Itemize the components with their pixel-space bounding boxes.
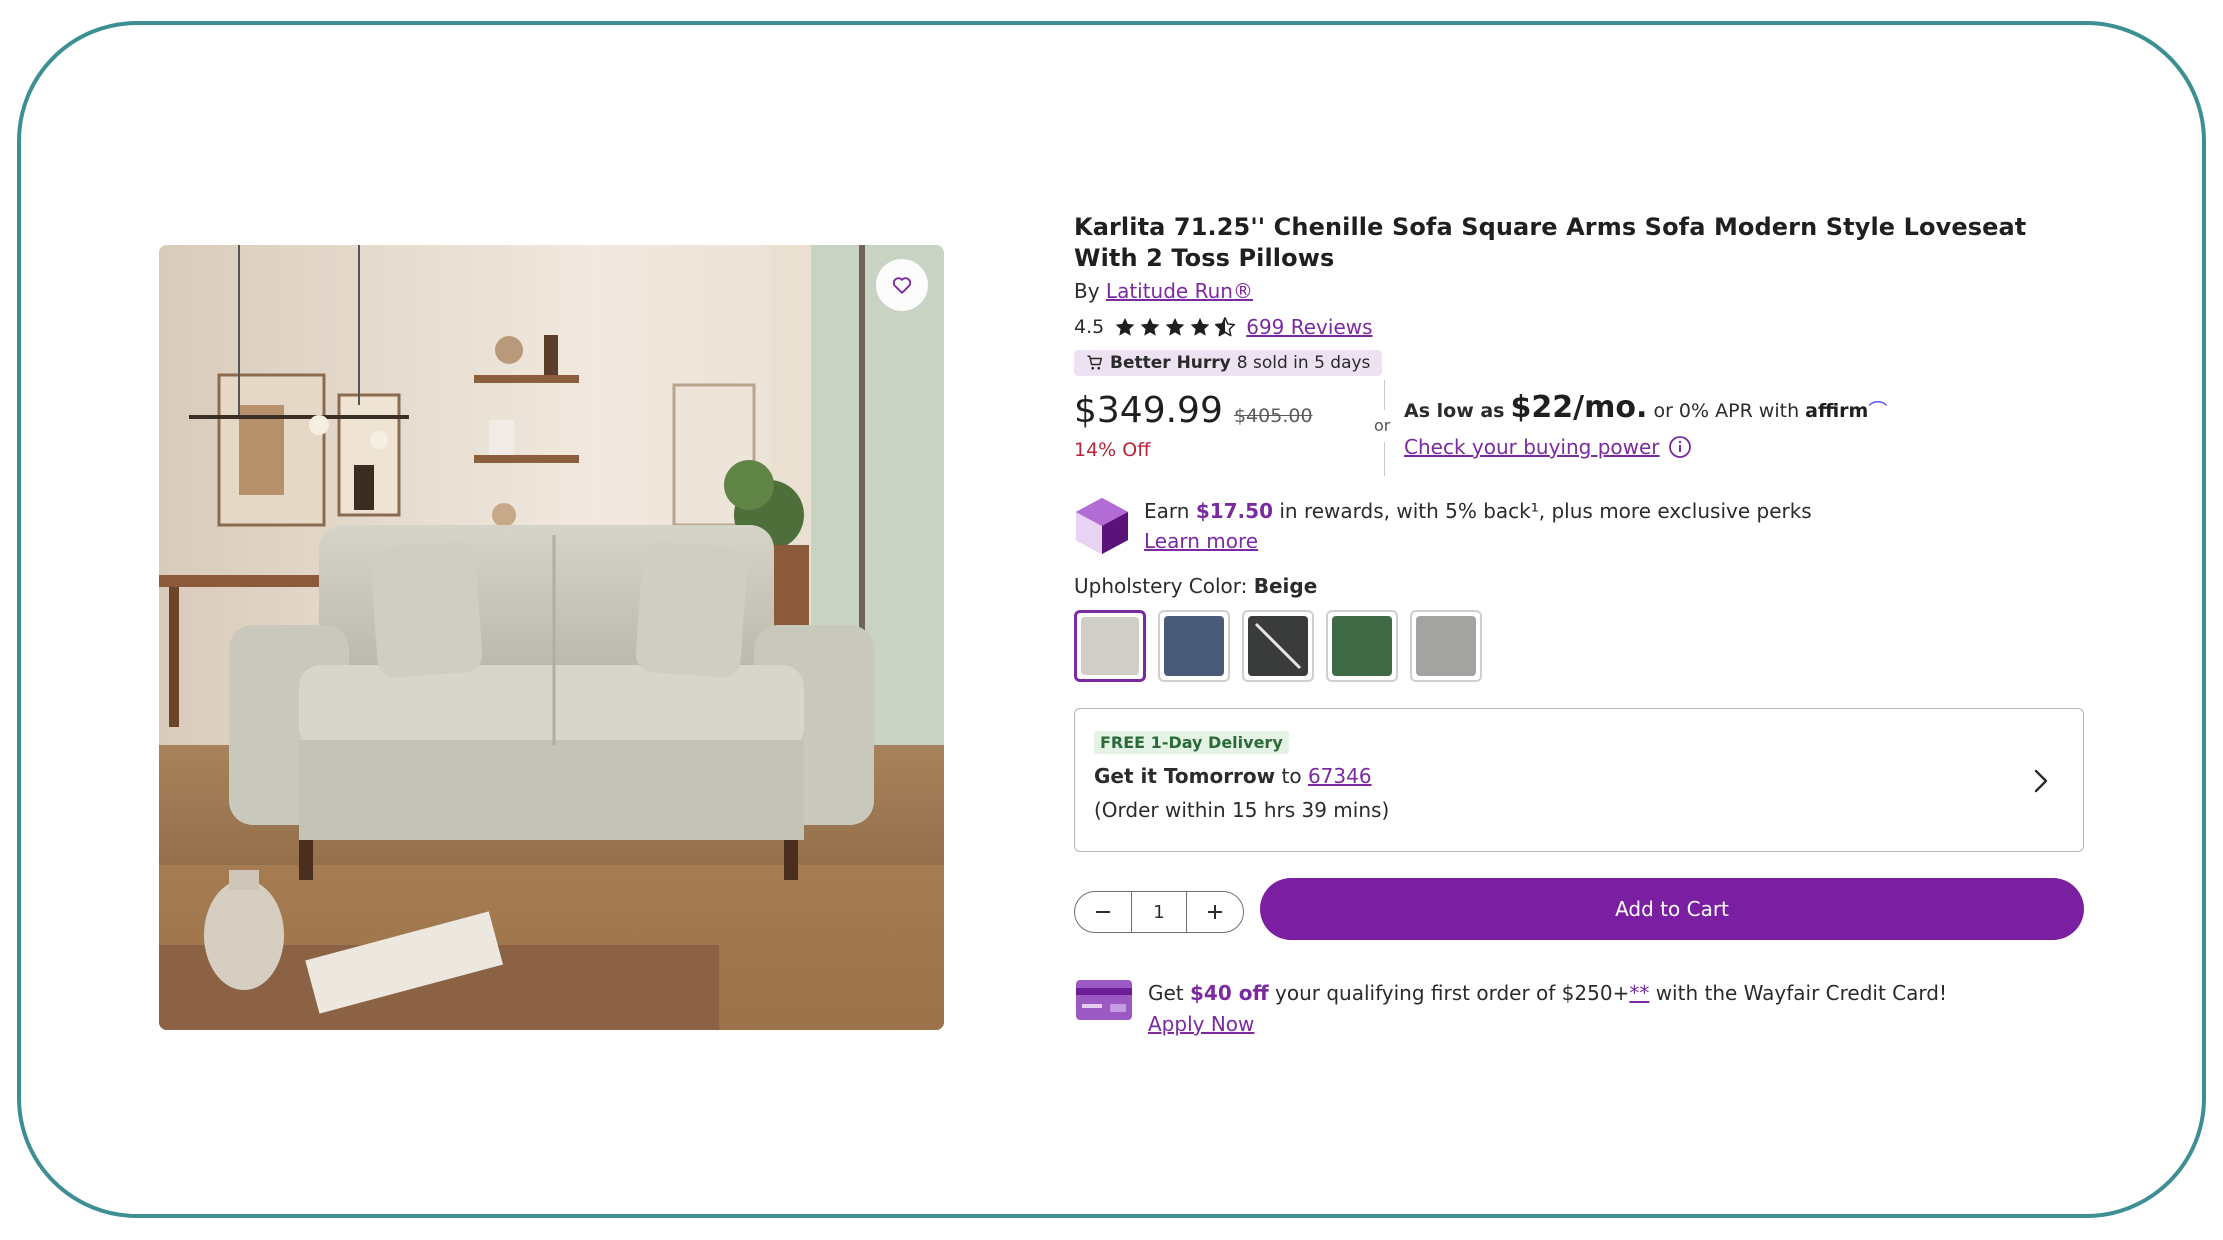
heart-icon [892, 277, 912, 294]
hurry-text: 8 sold in 5 days [1236, 353, 1371, 373]
star-full-icon [1115, 317, 1135, 336]
delivery-card[interactable]: FREE 1-Day Delivery Get it Tomorrow to 6… [1074, 708, 2084, 852]
info-icon[interactable] [1668, 435, 1692, 459]
swatch-black[interactable] [1242, 610, 1314, 682]
reviews-link[interactable]: 699 Reviews [1246, 315, 1372, 339]
discount-label: 14% Off [1074, 439, 1151, 461]
star-full-icon [1140, 317, 1160, 336]
learn-more-link[interactable]: Learn more [1144, 529, 1258, 553]
affirm-block: As low as $22/mo. or 0% APR with affirm⌒… [1404, 390, 1887, 459]
or-label: or [1374, 416, 1391, 435]
quantity-input[interactable]: 1 [1131, 892, 1187, 932]
rewards-amount: $17.50 [1195, 499, 1273, 523]
affirm-amount: $22/mo. [1510, 390, 1648, 425]
plus-icon [1208, 905, 1222, 919]
sofa-photo [159, 245, 944, 1030]
credit-amount: $40 off [1190, 981, 1269, 1005]
buying-power-link[interactable]: Check your buying power [1404, 435, 1660, 459]
swatch-beige[interactable] [1074, 610, 1146, 682]
minus-icon [1096, 911, 1110, 913]
rating-row: 4.5 699 Reviews [1074, 313, 2084, 341]
or-divider: or [1372, 380, 1396, 476]
credit-text2: with the Wayfair Credit Card! [1655, 981, 1947, 1005]
credit-footnote-link[interactable]: ** [1629, 981, 1649, 1005]
rewards-banner: Earn $17.50 in rewards, with 5% back¹, p… [1074, 496, 2084, 556]
selected-color: Beige [1253, 574, 1318, 598]
original-price: $405.00 [1233, 405, 1313, 427]
rewards-earn: Earn [1144, 499, 1190, 523]
cart-row: 1 Add to Cart [1074, 878, 2084, 942]
star-full-icon [1165, 317, 1185, 336]
swatch-blue[interactable] [1158, 610, 1230, 682]
apply-now-link[interactable]: Apply Now [1148, 1012, 1254, 1036]
product-info: Karlita 71.25'' Chenille Sofa Square Arm… [1074, 212, 2084, 1040]
to-label: to [1281, 764, 1302, 788]
rewards-gem-icon [1076, 498, 1128, 554]
by-label: By [1074, 279, 1100, 303]
color-label-text: Upholstery Color: [1074, 574, 1248, 598]
brand-link[interactable]: Latitude Run® [1106, 279, 1253, 303]
cart-icon [1087, 355, 1103, 370]
product-image[interactable] [159, 245, 944, 1030]
get-it-label: Get it Tomorrow [1094, 764, 1276, 788]
swatch-green[interactable] [1326, 610, 1398, 682]
affirm-prefix: As low as [1404, 400, 1505, 422]
quantity-stepper: 1 [1074, 891, 1244, 933]
add-to-cart-button[interactable]: Add to Cart [1260, 878, 2084, 940]
star-rating [1114, 316, 1236, 338]
affirm-arc-icon: ⌒ [1868, 400, 1888, 422]
current-price: $349.99 [1074, 390, 1223, 431]
rewards-text: in rewards, with 5% back¹, plus more exc… [1279, 499, 1812, 523]
affirm-suffix: or 0% APR with [1653, 400, 1800, 422]
credit-card-offer: Get $40 off your qualifying first order … [1074, 978, 2084, 1040]
credit-get: Get [1148, 981, 1184, 1005]
credit-text1: your qualifying first order of $250+ [1275, 981, 1630, 1005]
free-delivery-badge: FREE 1-Day Delivery [1094, 731, 1289, 754]
star-full-icon [1190, 317, 1210, 336]
increase-button[interactable] [1187, 892, 1243, 932]
brand-line: By Latitude Run® [1074, 279, 2084, 303]
product-title: Karlita 71.25'' Chenille Sofa Square Arm… [1074, 213, 2027, 272]
order-within: (Order within 15 hrs 39 mins) [1094, 798, 1390, 822]
zip-link[interactable]: 67346 [1308, 764, 1372, 788]
affirm-logo: affirm [1805, 400, 1869, 422]
favorite-button[interactable] [876, 259, 928, 311]
credit-card-icon [1076, 980, 1132, 1020]
unavailable-slash-icon [1254, 622, 1302, 670]
decrease-button[interactable] [1075, 892, 1131, 932]
price-row: $349.99 $405.00 14% Off or As low as $22… [1074, 380, 2084, 478]
rating-value: 4.5 [1074, 316, 1105, 338]
hurry-bold: Better Hurry [1110, 353, 1231, 373]
star-half-icon [1215, 317, 1236, 337]
price-block: $349.99 $405.00 14% Off [1074, 390, 1313, 461]
hurry-badge: Better Hurry 8 sold in 5 days [1074, 350, 1383, 376]
swatch-gray[interactable] [1410, 610, 1482, 682]
chevron-right-icon[interactable] [2031, 767, 2051, 795]
color-swatches [1074, 610, 2084, 682]
color-label: Upholstery Color: Beige [1074, 574, 2084, 598]
